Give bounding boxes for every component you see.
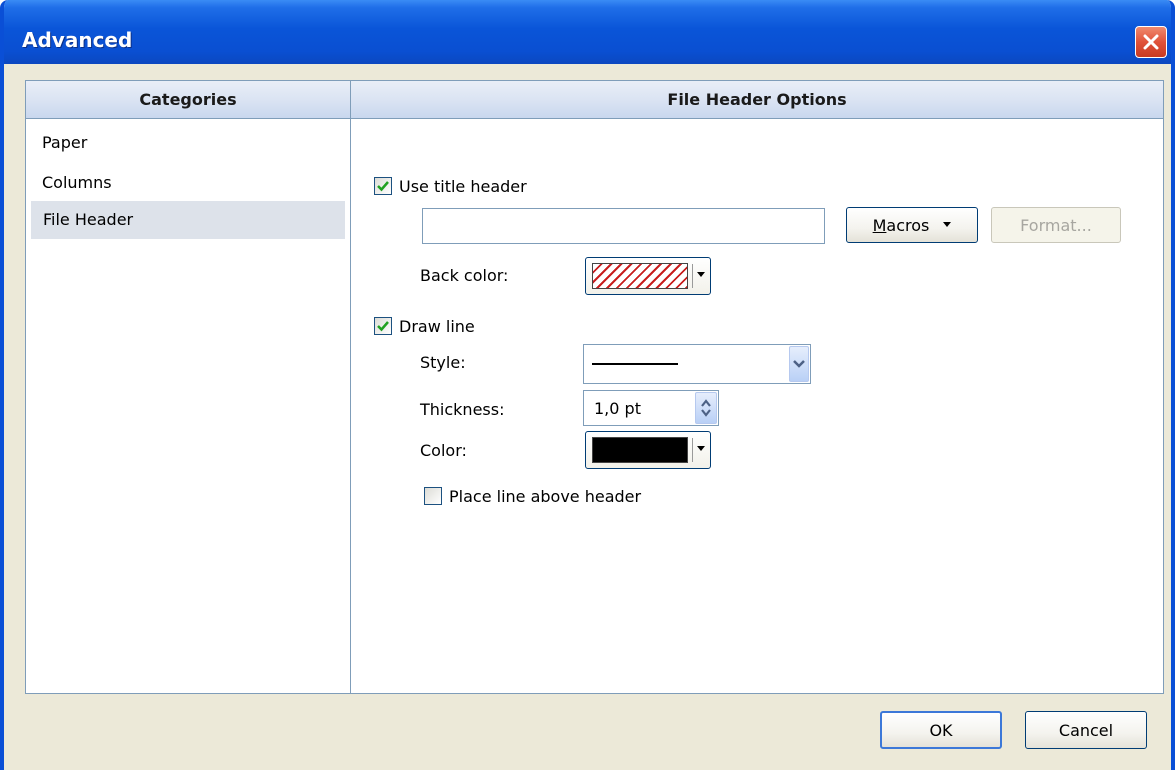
chevron-down-icon [793, 360, 805, 368]
macros-label: Macros [872, 215, 930, 235]
style-dropdown-button[interactable] [789, 346, 809, 382]
back-color-picker[interactable] [585, 257, 711, 295]
options-header: File Header Options [351, 81, 1163, 119]
draw-line-checkbox[interactable] [374, 317, 392, 335]
category-item-file-header[interactable]: File Header [31, 201, 345, 239]
dropdown-arrow-icon [697, 272, 705, 277]
back-color-swatch [592, 263, 688, 289]
use-title-header-checkbox[interactable] [374, 177, 392, 195]
advanced-dialog: Advanced Categories Paper Columns File H… [0, 0, 1175, 770]
line-color-swatch [592, 437, 688, 463]
color-label: Color: [420, 441, 467, 460]
checkmark-icon [377, 181, 389, 192]
line-style-dropdown[interactable] [583, 344, 811, 384]
thickness-value: 1,0 pt [594, 399, 641, 418]
style-label: Style: [420, 353, 466, 372]
dropdown-arrow-icon [943, 222, 952, 227]
checkmark-icon [377, 321, 389, 332]
close-icon [1143, 34, 1159, 50]
macros-button[interactable]: Macros [846, 207, 978, 243]
spin-up-down-icon [701, 399, 711, 417]
title-header-input[interactable] [422, 208, 825, 244]
cancel-button[interactable]: Cancel [1025, 711, 1147, 749]
ok-button[interactable]: OK [880, 711, 1002, 749]
place-line-above-header-label[interactable]: Place line above header [449, 487, 641, 506]
category-item-columns[interactable]: Columns [42, 171, 112, 195]
solid-line-preview [592, 363, 678, 365]
thickness-label: Thickness: [420, 400, 505, 419]
window-title: Advanced [22, 28, 133, 52]
format-button[interactable]: Format... [991, 207, 1121, 243]
file-header-options-panel: File Header Options Use title header Mac… [350, 80, 1164, 694]
line-color-picker[interactable] [585, 431, 711, 469]
thickness-spin-buttons[interactable] [695, 392, 717, 424]
draw-line-label[interactable]: Draw line [399, 317, 475, 336]
categories-header: Categories [26, 81, 350, 119]
dropdown-arrow-icon [697, 446, 705, 451]
use-title-header-label[interactable]: Use title header [399, 177, 527, 196]
thickness-stepper[interactable]: 1,0 pt [583, 390, 719, 426]
back-color-label: Back color: [420, 266, 509, 285]
title-bar[interactable]: Advanced [4, 0, 1171, 64]
place-line-above-header-checkbox[interactable] [424, 487, 442, 505]
categories-panel: Categories Paper Columns File Header [25, 80, 351, 694]
close-button[interactable] [1135, 26, 1167, 58]
category-item-paper[interactable]: Paper [42, 131, 87, 155]
